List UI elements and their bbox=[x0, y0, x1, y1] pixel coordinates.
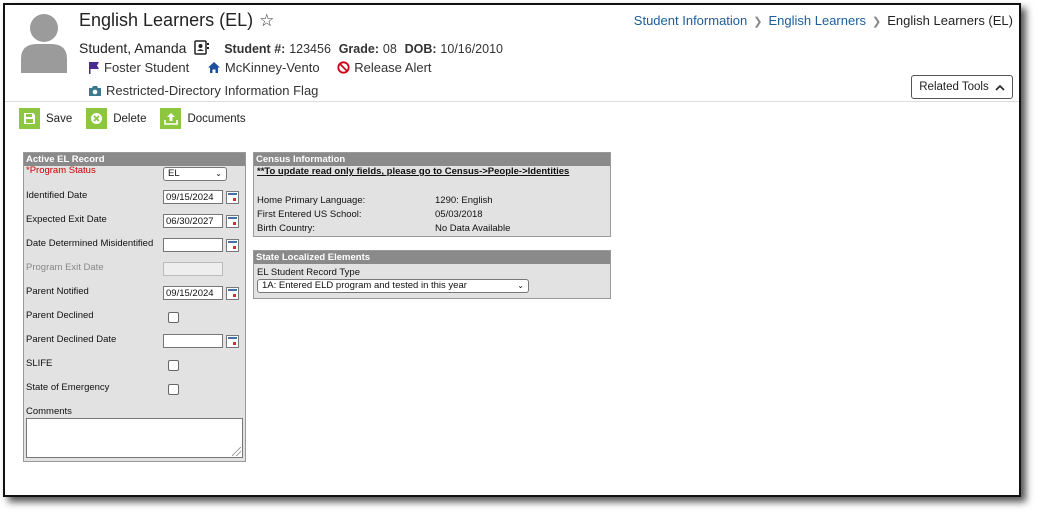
prohibited-icon bbox=[337, 61, 350, 74]
expected-exit-date-input[interactable]: 06/30/2027 bbox=[163, 214, 223, 228]
flag-release-alert-label: Release Alert bbox=[354, 60, 432, 75]
program-status-label: *Program Status bbox=[26, 165, 96, 176]
program-status-value: EL bbox=[168, 168, 180, 179]
calendar-icon[interactable] bbox=[226, 239, 239, 252]
toolbar: Save Delete Documents bbox=[19, 108, 246, 129]
flag-mckinney-vento[interactable]: McKinney-Vento bbox=[207, 60, 320, 75]
parent-declined-date-input[interactable] bbox=[163, 334, 223, 348]
flag-foster-student-label: Foster Student bbox=[104, 60, 190, 75]
census-information-panel: Census Information **To update read only… bbox=[253, 152, 611, 237]
student-number-label: Student #: bbox=[224, 42, 286, 56]
breadcrumb-current: English Learners (EL) bbox=[887, 13, 1013, 28]
camera-icon bbox=[89, 85, 101, 96]
flag-icon bbox=[89, 62, 99, 74]
calendar-icon[interactable] bbox=[226, 215, 239, 228]
student-flags: Foster Student McKinney-Vento Release Al… bbox=[88, 60, 446, 77]
birth-country-value: No Data Available bbox=[435, 223, 511, 234]
related-tools-label: Related Tools bbox=[919, 81, 989, 93]
chevron-right-icon: ❯ bbox=[753, 16, 763, 28]
active-el-record-panel: Active EL Record *Program Status EL ⌄ Id… bbox=[23, 152, 246, 462]
expected-exit-date-label: Expected Exit Date bbox=[26, 214, 107, 225]
save-button[interactable]: Save bbox=[19, 108, 72, 129]
save-label: Save bbox=[46, 112, 73, 125]
dob-label: DOB: bbox=[404, 42, 437, 56]
first-entered-value: 05/03/2018 bbox=[435, 209, 483, 220]
contact-card-icon[interactable] bbox=[194, 40, 210, 55]
parent-declined-label: Parent Declined bbox=[26, 310, 94, 321]
student-number: 123456 bbox=[289, 42, 331, 56]
comments-label: Comments bbox=[26, 406, 72, 417]
documents-button[interactable]: Documents bbox=[160, 108, 246, 129]
delete-button[interactable]: Delete bbox=[86, 108, 146, 129]
program-exit-date-label: Program Exit Date bbox=[26, 262, 104, 273]
first-entered-label: First Entered US School: bbox=[257, 209, 362, 220]
documents-label: Documents bbox=[187, 112, 246, 125]
state-of-emergency-checkbox[interactable] bbox=[168, 384, 179, 395]
dob-value: 10/16/2010 bbox=[440, 42, 503, 56]
census-update-note[interactable]: **To update read only fields, please go … bbox=[257, 166, 569, 177]
misidentified-date-label: Date Determined Misidentified bbox=[26, 238, 154, 249]
flag-mckinney-vento-label: McKinney-Vento bbox=[224, 60, 320, 75]
comments-textarea[interactable] bbox=[26, 418, 243, 458]
chevron-down-icon: ⌄ bbox=[215, 169, 222, 178]
app-window: English Learners (EL) ☆ Student Informati… bbox=[3, 3, 1021, 497]
header-divider bbox=[5, 101, 1019, 102]
misidentified-date-input[interactable] bbox=[163, 238, 223, 252]
program-status-select[interactable]: EL ⌄ bbox=[163, 167, 227, 181]
chevron-down-icon: ⌄ bbox=[517, 281, 524, 290]
related-tools-button[interactable]: Related Tools bbox=[911, 75, 1013, 99]
census-information-header: Census Information bbox=[254, 153, 610, 166]
home-icon bbox=[207, 62, 220, 73]
calendar-icon[interactable] bbox=[226, 335, 239, 348]
delete-label: Delete bbox=[113, 112, 147, 125]
flag-restricted-directory[interactable]: Restricted-Directory Information Flag bbox=[88, 83, 318, 98]
grade-value: 08 bbox=[382, 42, 397, 56]
parent-declined-checkbox[interactable] bbox=[168, 312, 179, 323]
chevron-up-icon bbox=[995, 84, 1005, 91]
slife-label: SLIFE bbox=[26, 358, 53, 369]
avatar bbox=[21, 14, 67, 73]
student-info-line: Student, Amanda Student #: 123456 Grade:… bbox=[79, 40, 503, 56]
el-student-record-type-value: 1A: Entered ELD program and tested in th… bbox=[262, 280, 467, 291]
identified-date-label: Identified Date bbox=[26, 190, 88, 201]
el-student-record-type-label: EL Student Record Type bbox=[257, 267, 360, 278]
flag-restricted-directory-label: Restricted-Directory Information Flag bbox=[106, 83, 319, 98]
el-student-record-type-select[interactable]: 1A: Entered ELD program and tested in th… bbox=[257, 279, 529, 293]
calendar-icon[interactable] bbox=[226, 191, 239, 204]
parent-declined-date-label: Parent Declined Date bbox=[26, 334, 117, 345]
parent-notified-input[interactable]: 09/15/2024 bbox=[163, 286, 223, 300]
calendar-icon[interactable] bbox=[226, 287, 239, 300]
identified-date-input[interactable]: 09/15/2024 bbox=[163, 190, 223, 204]
delete-icon bbox=[86, 108, 108, 129]
home-language-value: 1290: English bbox=[435, 195, 493, 206]
state-of-emergency-label: State of Emergency bbox=[26, 382, 110, 393]
breadcrumb-english-learners[interactable]: English Learners bbox=[768, 13, 866, 28]
breadcrumb-student-information[interactable]: Student Information bbox=[634, 13, 747, 28]
star-icon[interactable]: ☆ bbox=[259, 11, 274, 30]
parent-notified-label: Parent Notified bbox=[26, 286, 89, 297]
home-language-label: Home Primary Language: bbox=[257, 195, 366, 206]
flag-foster-student[interactable]: Foster Student bbox=[88, 60, 189, 75]
flag-release-alert[interactable]: Release Alert bbox=[337, 60, 432, 75]
save-icon bbox=[19, 108, 40, 129]
state-localized-header: State Localized Elements bbox=[254, 251, 610, 264]
student-name: Student, Amanda bbox=[79, 40, 187, 56]
program-exit-date-input bbox=[163, 262, 223, 276]
upload-icon bbox=[160, 108, 182, 129]
breadcrumb: Student Information ❯ English Learners ❯ Eng… bbox=[634, 13, 1013, 28]
chevron-right-icon: ❯ bbox=[872, 16, 882, 28]
birth-country-label: Birth Country: bbox=[257, 223, 316, 234]
grade-label: Grade: bbox=[338, 42, 379, 56]
page-title-text: English Learners (EL) bbox=[79, 10, 254, 30]
slife-checkbox[interactable] bbox=[168, 360, 179, 371]
page-title: English Learners (EL) ☆ bbox=[79, 10, 274, 31]
state-localized-panel: State Localized Elements EL Student Reco… bbox=[253, 250, 611, 299]
